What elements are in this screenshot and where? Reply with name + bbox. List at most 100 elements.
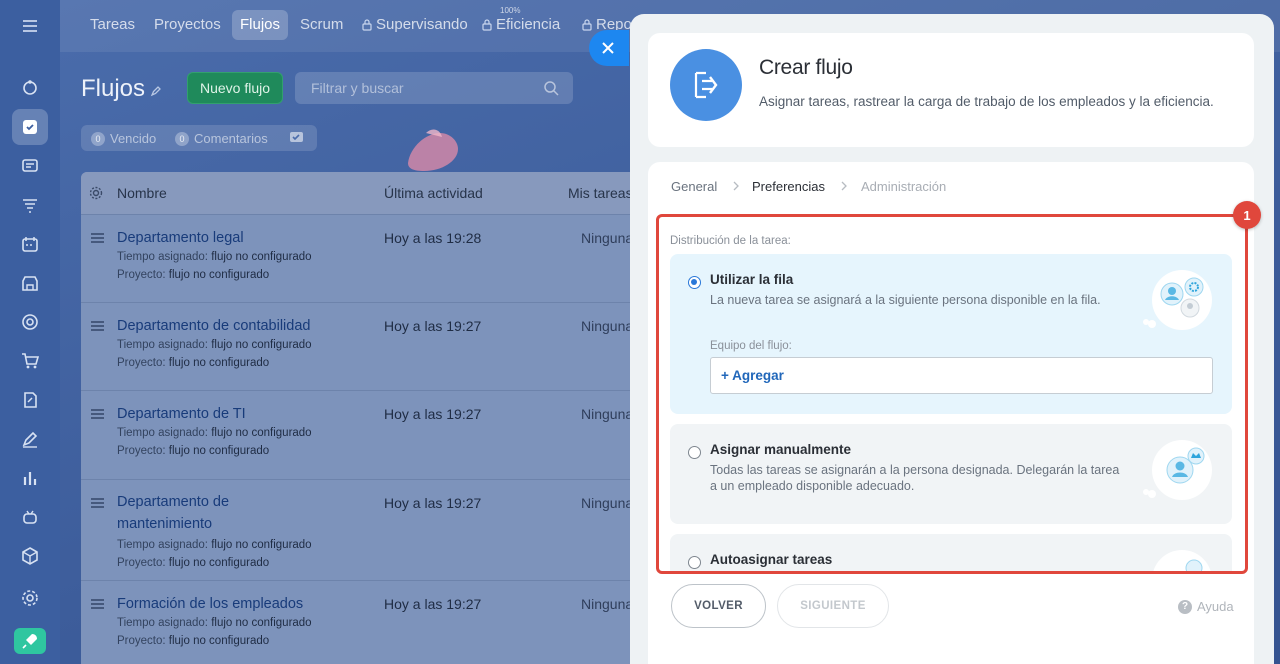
col-my-tasks[interactable]: Mis tareas <box>568 185 633 201</box>
chevron-right-icon <box>733 181 739 191</box>
crm-icon[interactable] <box>12 187 48 223</box>
document-sign-icon[interactable] <box>12 382 48 418</box>
flow-my-tasks: Ninguna <box>581 318 634 334</box>
tab-supervisando[interactable]: Supervisando <box>360 10 476 40</box>
tab-eficiencia-label: Eficiencia <box>496 16 561 33</box>
option-manual-desc: Todas las tareas se asignarán a la perso… <box>710 463 1120 493</box>
flow-my-tasks: Ninguna <box>581 495 634 511</box>
drag-handle-icon[interactable] <box>91 599 104 609</box>
analytics-icon[interactable] <box>12 460 48 496</box>
flow-name[interactable]: Departamento de TI <box>117 403 337 425</box>
step-general[interactable]: General <box>671 179 717 194</box>
bot-icon[interactable] <box>12 499 48 535</box>
tasks-icon[interactable] <box>12 109 48 145</box>
radio-queue[interactable] <box>688 276 701 289</box>
messenger-icon[interactable] <box>12 148 48 184</box>
table-row[interactable]: Departamento de contabilidad Tiempo asig… <box>81 302 641 390</box>
table-row[interactable]: Formación de los empleados Tiempo asigna… <box>81 580 641 664</box>
tab-eficiencia[interactable]: Eficiencia <box>480 10 568 40</box>
overdue-label: Vencido <box>110 131 157 146</box>
add-team-member-field[interactable]: + Agregar <box>710 357 1213 394</box>
target-icon[interactable] <box>12 304 48 340</box>
left-rail <box>0 0 60 664</box>
help-link[interactable]: ? Ayuda <box>1178 599 1234 614</box>
flow-name[interactable]: Departamento de contabilidad <box>117 315 357 337</box>
tab-tareas[interactable]: Tareas <box>82 10 143 40</box>
feed-icon[interactable] <box>12 70 48 106</box>
tab-supervisando-label: Supervisando <box>376 16 468 33</box>
queue-illustration-icon <box>1143 270 1212 330</box>
rocket-icon[interactable] <box>14 628 46 654</box>
package-icon[interactable] <box>12 538 48 574</box>
counters-bar: 0 Vencido 0 Comentarios <box>81 125 317 151</box>
option-self-assign[interactable]: Autoasignar tareas <box>670 534 1232 574</box>
flow-time-meta: Tiempo asignado: flujo no configurado <box>117 339 312 351</box>
option-self-assign-title: Autoasignar tareas <box>710 552 833 567</box>
flow-arrows-icon <box>694 71 718 99</box>
slider-subtitle: Asignar tareas, rastrear la carga de tra… <box>759 94 1214 109</box>
flow-name[interactable]: Departamento legal <box>117 227 337 249</box>
flow-activity: Hoy a las 19:27 <box>384 596 482 612</box>
option-manual[interactable]: Asignar manualmente Todas las tareas se … <box>670 424 1232 524</box>
flow-time-meta: Tiempo asignado: flujo no configurado <box>117 539 312 551</box>
drag-handle-icon[interactable] <box>91 233 104 243</box>
option-queue-title: Utilizar la fila <box>710 272 794 287</box>
lock-icon <box>362 19 372 31</box>
next-button[interactable]: SIGUIENTE <box>777 584 889 628</box>
back-button[interactable]: VOLVER <box>671 584 766 628</box>
step-administracion[interactable]: Administración <box>861 179 946 194</box>
gear-icon[interactable] <box>89 186 103 200</box>
slider-body: General Preferencias Administración Dist… <box>648 162 1254 664</box>
drag-handle-icon[interactable] <box>91 498 104 508</box>
table-row[interactable]: Departamento de mantenimiento Tiempo asi… <box>81 479 641 580</box>
flow-activity: Hoy a las 19:27 <box>384 318 482 334</box>
tab-scrum[interactable]: Scrum <box>292 10 351 40</box>
flow-project-meta: Proyecto: flujo no configurado <box>117 557 270 569</box>
create-flow-slider: Crear flujo Asignar tareas, rastrear la … <box>630 14 1274 664</box>
counter-overdue[interactable]: 0 Vencido <box>91 131 156 146</box>
pin-icon[interactable] <box>149 84 163 98</box>
table-row[interactable]: Departamento de TI Tiempo asignado: fluj… <box>81 390 641 479</box>
drag-handle-icon[interactable] <box>91 321 104 331</box>
drag-handle-icon[interactable] <box>91 409 104 419</box>
flow-my-tasks: Ninguna <box>581 230 634 246</box>
flow-my-tasks: Ninguna <box>581 596 634 612</box>
chat-check-icon[interactable] <box>289 130 305 146</box>
flow-name[interactable]: Departamento de mantenimiento <box>117 491 267 535</box>
settings-icon[interactable] <box>12 580 48 616</box>
flow-time-meta: Tiempo asignado: flujo no configurado <box>117 427 312 439</box>
close-slider-button[interactable] <box>589 30 629 66</box>
annotation-badge: 1 <box>1233 201 1261 229</box>
tab-proyectos[interactable]: Proyectos <box>146 10 229 40</box>
manual-illustration-icon <box>1143 440 1212 500</box>
flow-name[interactable]: Formación de los empleados <box>117 593 337 615</box>
store-icon[interactable] <box>12 265 48 301</box>
self-assign-illustration-icon <box>1152 550 1212 574</box>
pen-icon[interactable] <box>12 421 48 457</box>
option-queue[interactable]: Utilizar la fila La nueva tarea se asign… <box>670 254 1232 414</box>
option-manual-title: Asignar manualmente <box>710 442 852 457</box>
team-label: Equipo del flujo: <box>710 340 792 352</box>
radio-self-assign[interactable] <box>688 556 701 569</box>
col-name[interactable]: Nombre <box>117 185 167 201</box>
flow-my-tasks: Ninguna <box>581 406 634 422</box>
col-last-activity[interactable]: Última actividad <box>384 185 483 201</box>
help-label: Ayuda <box>1197 599 1234 614</box>
radio-manual[interactable] <box>688 446 701 459</box>
slider-title: Crear flujo <box>759 56 853 79</box>
cart-icon[interactable] <box>12 343 48 379</box>
table-row[interactable]: Departamento legal Tiempo asignado: fluj… <box>81 214 641 302</box>
task-distribution-section: Distribución de la tarea: Utilizar la fi… <box>658 220 1236 574</box>
option-queue-desc: La nueva tarea se asignará a la siguient… <box>710 293 1101 307</box>
step-preferencias[interactable]: Preferencias <box>752 179 825 194</box>
new-flow-button[interactable]: Nuevo flujo <box>187 72 283 104</box>
filter-search-input[interactable]: Filtrar y buscar <box>295 72 573 104</box>
distribution-label: Distribución de la tarea: <box>670 235 791 247</box>
tab-flujos[interactable]: Flujos <box>232 10 289 40</box>
flow-logo <box>670 49 742 121</box>
comments-label: Comentarios <box>194 131 268 146</box>
calendar-icon[interactable] <box>12 226 48 262</box>
flow-time-meta: Tiempo asignado: flujo no configurado <box>117 617 312 629</box>
menu-icon[interactable] <box>12 8 48 44</box>
counter-comments[interactable]: 0 Comentarios <box>175 131 268 146</box>
